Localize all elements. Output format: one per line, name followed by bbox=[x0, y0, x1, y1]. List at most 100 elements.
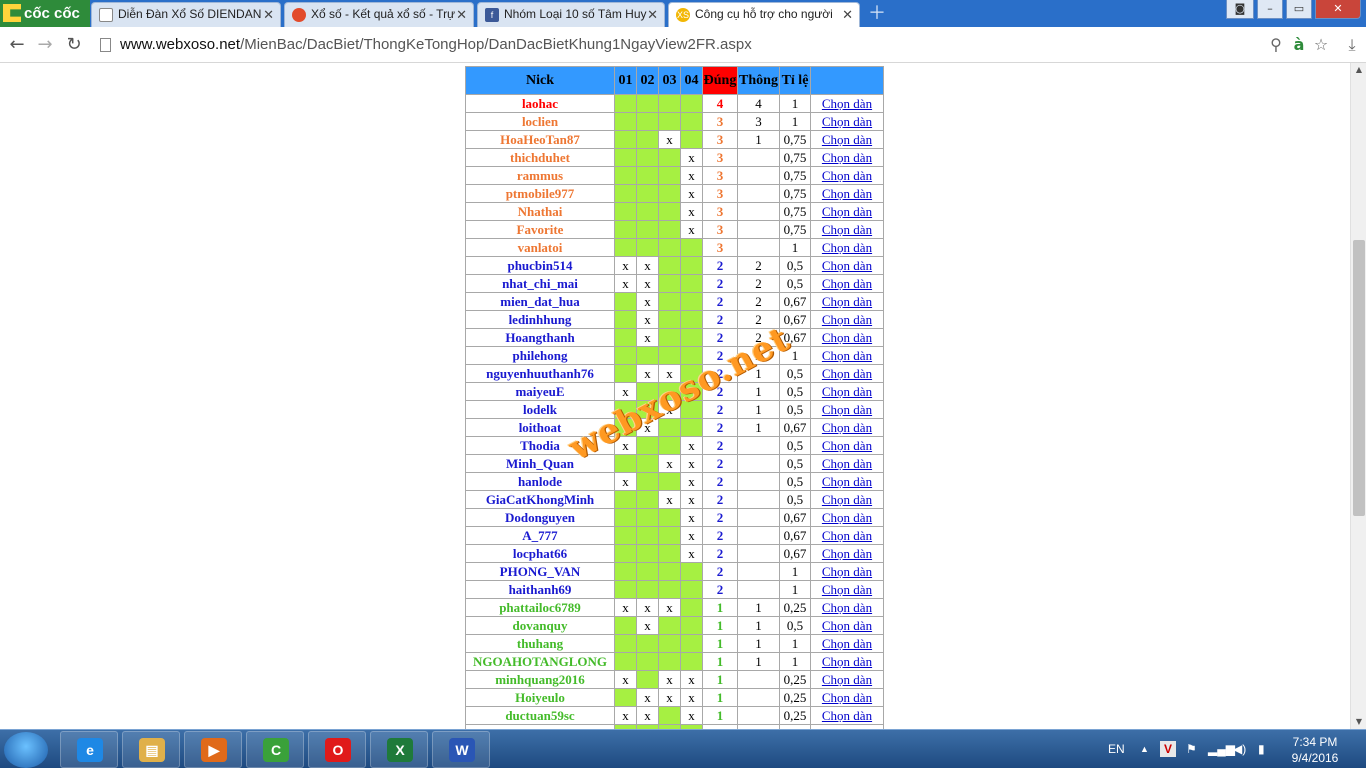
table-header-row: Nick 01 02 03 04 Đúng Thông Tỉ lệ bbox=[465, 66, 884, 95]
choose-set-link[interactable]: Chọn dàn bbox=[822, 564, 872, 579]
number-cell-02 bbox=[636, 148, 659, 167]
choose-set-link[interactable]: Chọn dàn bbox=[822, 438, 872, 453]
choose-set-link[interactable]: Chọn dàn bbox=[822, 150, 872, 165]
profile-icon[interactable]: ◙ bbox=[1226, 0, 1254, 19]
taskbar-app-button[interactable]: X bbox=[370, 731, 428, 768]
close-tab-icon[interactable]: ✕ bbox=[456, 3, 467, 26]
choose-set-link[interactable]: Chọn dàn bbox=[822, 546, 872, 561]
vertical-scrollbar[interactable]: ▲ ▼ bbox=[1350, 63, 1366, 729]
tab-congcu[interactable]: XS Công cụ hỗ trợ cho người ✕ bbox=[668, 2, 860, 27]
bookmark-star-icon[interactable]: ☆ bbox=[1311, 35, 1331, 55]
choose-set-link[interactable]: Chọn dàn bbox=[822, 600, 872, 615]
new-tab-icon[interactable]: ＋ bbox=[866, 4, 888, 24]
action-cell: Chọn dàn bbox=[810, 634, 884, 653]
choose-set-link[interactable]: Chọn dàn bbox=[822, 510, 872, 525]
choose-set-link[interactable]: Chọn dàn bbox=[822, 348, 872, 363]
battery-icon[interactable]: ▮ bbox=[1258, 741, 1265, 757]
browser-logo[interactable]: cốc cốc bbox=[0, 0, 90, 27]
number-cell-02: x bbox=[636, 328, 659, 347]
choose-set-link[interactable]: Chọn dàn bbox=[822, 258, 872, 273]
choose-set-link[interactable]: Chọn dàn bbox=[822, 402, 872, 417]
url-field[interactable]: www.webxoso.net/MienBac/DacBiet/ThongKeT… bbox=[96, 31, 1336, 59]
forward-icon[interactable]: → bbox=[34, 34, 56, 56]
close-tab-icon[interactable]: ✕ bbox=[263, 3, 274, 26]
table-row: dovanquy x 1 1 0,5 Chọn dàn bbox=[465, 616, 884, 635]
scroll-down-icon[interactable]: ▼ bbox=[1351, 715, 1366, 729]
choose-set-link[interactable]: Chọn dàn bbox=[822, 474, 872, 489]
zoom-icon[interactable]: ⚲ bbox=[1266, 35, 1286, 55]
choose-set-link[interactable]: Chọn dàn bbox=[822, 690, 872, 705]
back-icon[interactable]: ← bbox=[6, 34, 28, 56]
info-count-cell bbox=[737, 706, 780, 725]
unikey-icon[interactable]: V bbox=[1160, 741, 1176, 757]
info-count-cell: 4 bbox=[737, 94, 780, 113]
number-cell-04: x bbox=[680, 544, 703, 563]
choose-set-link[interactable]: Chọn dàn bbox=[822, 312, 872, 327]
taskbar-app-button[interactable]: ▶ bbox=[184, 731, 242, 768]
choose-set-link[interactable]: Chọn dàn bbox=[822, 222, 872, 237]
choose-set-link[interactable]: Chọn dàn bbox=[822, 240, 872, 255]
scroll-thumb[interactable] bbox=[1353, 240, 1365, 516]
scroll-up-icon[interactable]: ▲ bbox=[1351, 63, 1366, 77]
nick-cell: loclien bbox=[465, 112, 615, 131]
choose-set-link[interactable]: Chọn dàn bbox=[822, 672, 872, 687]
choose-set-link[interactable]: Chọn dàn bbox=[822, 168, 872, 183]
choose-set-link[interactable]: Chọn dàn bbox=[822, 276, 872, 291]
number-cell-01: x bbox=[614, 274, 637, 293]
maximize-icon[interactable]: ▭ bbox=[1286, 0, 1312, 19]
tab-xoso[interactable]: Xổ số - Kết quả xổ số - Trự ✕ bbox=[284, 2, 474, 27]
choose-set-link[interactable]: Chọn dàn bbox=[822, 132, 872, 147]
choose-set-link[interactable]: Chọn dàn bbox=[822, 330, 872, 345]
choose-set-link[interactable]: Chọn dàn bbox=[822, 186, 872, 201]
choose-set-link[interactable]: Chọn dàn bbox=[822, 456, 872, 471]
action-center-icon[interactable]: ⚑ bbox=[1186, 741, 1197, 757]
taskbar-app-button[interactable]: O bbox=[308, 731, 366, 768]
network-signal-icon[interactable]: ▂▄▆ bbox=[1208, 741, 1235, 757]
choose-set-link[interactable]: Chọn dàn bbox=[822, 294, 872, 309]
choose-set-link[interactable]: Chọn dàn bbox=[822, 618, 872, 633]
action-cell: Chọn dàn bbox=[810, 490, 884, 509]
choose-set-link[interactable]: Chọn dàn bbox=[822, 114, 872, 129]
nick-cell: Hoiyeulo bbox=[465, 688, 615, 707]
choose-set-link[interactable]: Chọn dàn bbox=[822, 528, 872, 543]
language-indicator[interactable]: EN bbox=[1108, 741, 1125, 757]
choose-set-link[interactable]: Chọn dàn bbox=[822, 366, 872, 381]
tab-diendan[interactable]: Diễn Đàn Xổ Số DIENDAN ✕ bbox=[91, 2, 281, 27]
choose-set-link[interactable]: Chọn dàn bbox=[822, 708, 872, 723]
nick-cell: Favorite bbox=[465, 220, 615, 239]
choose-set-link[interactable]: Chọn dàn bbox=[822, 96, 872, 111]
tab-facebook[interactable]: f Nhóm Loại 10 số Tâm Huy ✕ bbox=[477, 2, 665, 27]
start-button[interactable] bbox=[4, 732, 48, 768]
close-tab-icon[interactable]: ✕ bbox=[647, 3, 658, 26]
vietnamese-input-icon[interactable]: à bbox=[1289, 35, 1309, 55]
choose-set-link[interactable]: Chọn dàn bbox=[822, 420, 872, 435]
reload-icon[interactable]: ↻ bbox=[63, 34, 85, 56]
number-cell-01 bbox=[614, 508, 637, 527]
taskbar-app-button[interactable]: e bbox=[60, 731, 118, 768]
info-count-cell: 1 bbox=[737, 634, 780, 653]
choose-set-link[interactable]: Chọn dàn bbox=[822, 384, 872, 399]
correct-count-cell: 2 bbox=[702, 418, 738, 437]
choose-set-link[interactable]: Chọn dàn bbox=[822, 204, 872, 219]
nick-cell: nhat_chi_mai bbox=[465, 274, 615, 293]
number-cell-03 bbox=[658, 112, 681, 131]
table-row: Dodonguyen x 2 0,67 Chọn dàn bbox=[465, 508, 884, 527]
volume-icon[interactable]: ◀) bbox=[1233, 741, 1246, 757]
tray-expand-icon[interactable]: ▲ bbox=[1140, 741, 1149, 757]
close-tab-icon[interactable]: ✕ bbox=[842, 3, 853, 26]
info-count-cell: 1 bbox=[737, 130, 780, 149]
number-cell-01 bbox=[614, 328, 637, 347]
taskbar-app-button[interactable]: ▤ bbox=[122, 731, 180, 768]
taskbar-app-button[interactable]: C bbox=[246, 731, 304, 768]
taskbar-app-button[interactable]: W bbox=[432, 731, 490, 768]
download-icon[interactable]: ⤓ bbox=[1342, 35, 1362, 55]
system-clock[interactable]: 7:34 PM 9/4/2016 bbox=[1284, 734, 1346, 766]
number-cell-02 bbox=[636, 634, 659, 653]
choose-set-link[interactable]: Chọn dàn bbox=[822, 492, 872, 507]
close-window-icon[interactable]: ✕ bbox=[1315, 0, 1361, 19]
number-cell-04 bbox=[680, 238, 703, 257]
choose-set-link[interactable]: Chọn dàn bbox=[822, 636, 872, 651]
choose-set-link[interactable]: Chọn dàn bbox=[822, 654, 872, 669]
choose-set-link[interactable]: Chọn dàn bbox=[822, 582, 872, 597]
minimize-icon[interactable]: – bbox=[1257, 0, 1283, 19]
